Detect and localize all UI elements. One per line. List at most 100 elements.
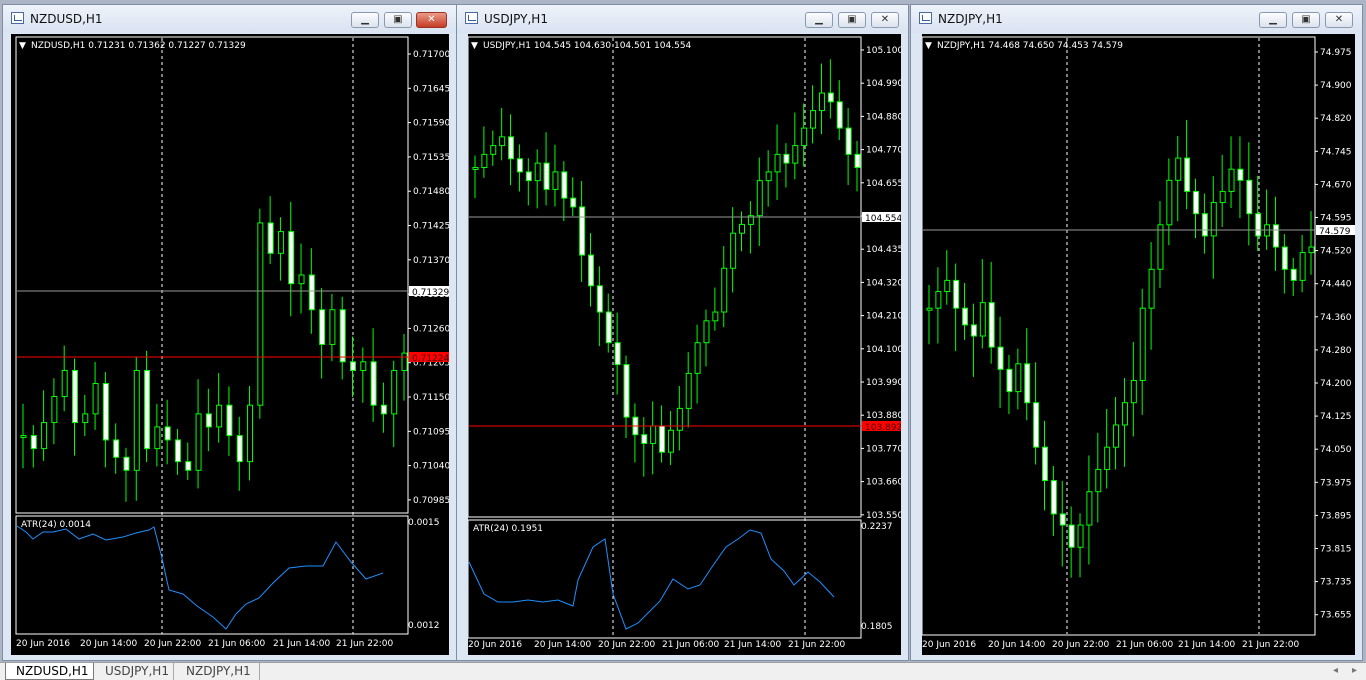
candle-body <box>30 435 37 450</box>
price-label: 0.71700 <box>413 50 449 60</box>
candle-body <box>472 167 479 170</box>
chart-collapse-icon[interactable]: ▼ <box>925 41 932 51</box>
price-label: 104.880 <box>866 112 901 122</box>
time-label: 21 Jun 06:00 <box>1116 640 1173 650</box>
candle-body <box>1033 402 1040 448</box>
price-label: 74.900 <box>1320 81 1352 91</box>
time-label: 20 Jun 14:00 <box>988 640 1045 650</box>
chart-window-usdjpy[interactable]: USDJPY,H1 ▁ ▣ ✕ ▼ USDJPY,H1 104.545 104.… <box>456 4 909 661</box>
tab-nzdjpy[interactable]: NZDJPY,H1 <box>176 663 260 680</box>
scroll-left-icon[interactable]: ◂ <box>1333 665 1338 676</box>
candle-body <box>774 153 781 173</box>
chart-collapse-icon[interactable]: ▼ <box>19 41 26 51</box>
candle-body <box>102 383 109 441</box>
price-label: 0.71260 <box>413 324 449 334</box>
tab-nzdusd[interactable]: NZDUSD,H1 <box>5 663 94 680</box>
candle-body <box>1166 179 1173 226</box>
close-button[interactable]: ✕ <box>416 12 447 28</box>
indicator-bottom-value: 0.1805 <box>861 622 893 632</box>
window-title: NZDUSD,H1 <box>30 12 103 26</box>
window-titlebar[interactable]: USDJPY,H1 ▁ ▣ ✕ <box>457 5 908 33</box>
symbol-info: NZDUSD,H1 0.71231 0.71362 0.71227 0.7132… <box>31 41 246 51</box>
maximize-button[interactable]: ▣ <box>838 12 866 28</box>
candle-body <box>41 422 48 450</box>
candle-body <box>659 425 666 453</box>
time-label: 21 Jun 22:00 <box>336 639 393 649</box>
close-button[interactable]: ✕ <box>871 12 899 28</box>
close-button[interactable]: ✕ <box>1325 12 1353 28</box>
candle-body <box>561 171 568 199</box>
candle-body <box>970 324 977 337</box>
candle-body <box>694 342 701 374</box>
candle-body <box>962 307 969 326</box>
time-label: 21 Jun 06:00 <box>662 640 719 650</box>
current-price-value: 74.579 <box>1319 227 1351 237</box>
price-label: 73.655 <box>1320 611 1352 621</box>
time-label: 21 Jun 14:00 <box>273 639 330 649</box>
chart-area[interactable]: ▼ NZDJPY,H1 74.468 74.650 74.453 74.579 … <box>921 34 1356 655</box>
minimize-button[interactable]: ▁ <box>351 12 379 28</box>
candle-body <box>1272 224 1279 248</box>
indicator-label: ATR(24) 0.0014 <box>21 520 91 530</box>
price-label: 0.71645 <box>413 84 449 94</box>
candle-body <box>944 279 951 293</box>
price-label: 0.71370 <box>413 256 449 266</box>
window-titlebar[interactable]: NZDJPY,H1 ▁ ▣ ✕ <box>911 5 1362 33</box>
candle-body <box>650 425 657 444</box>
tab-usdjpy[interactable]: USDJPY,H1 <box>95 663 174 680</box>
candle-body <box>756 180 763 217</box>
candle-body <box>1121 402 1128 426</box>
price-label: 73.815 <box>1320 545 1352 555</box>
time-label: 20 Jun 2016 <box>922 640 976 650</box>
candle-body <box>82 413 89 424</box>
price-label: 104.435 <box>866 245 901 255</box>
time-label: 21 Jun 14:00 <box>724 640 781 650</box>
minimize-button[interactable]: ▁ <box>805 12 833 28</box>
chart-area[interactable]: ▼ USDJPY,H1 104.545 104.630 104.501 104.… <box>467 34 903 655</box>
candle-body <box>257 222 264 406</box>
maximize-button[interactable]: ▣ <box>1292 12 1320 28</box>
price-label: 73.895 <box>1320 511 1352 521</box>
price-label: 103.880 <box>866 411 901 421</box>
candle-body <box>499 136 506 147</box>
candle-body <box>298 274 305 285</box>
price-label: 74.820 <box>1320 114 1352 124</box>
time-label: 20 Jun 2016 <box>468 640 522 650</box>
candle-body <box>267 222 274 254</box>
chart-window-nzdjpy[interactable]: NZDJPY,H1 ▁ ▣ ✕ ▼ NZDJPY,H1 74.468 74.65… <box>910 4 1363 661</box>
price-label: 104.655 <box>866 179 901 189</box>
minimize-button[interactable]: ▁ <box>1259 12 1287 28</box>
candle-body <box>1255 213 1262 237</box>
candle-body <box>490 145 497 155</box>
candle-body <box>247 404 254 463</box>
window-titlebar[interactable]: NZDUSD,H1 ▁ ▣ ✕ <box>3 5 456 33</box>
candle-body <box>1228 168 1235 192</box>
chart-area[interactable]: ▼ NZDUSD,H1 0.71231 0.71362 0.71227 0.71… <box>11 34 450 655</box>
price-label: 103.770 <box>866 444 901 454</box>
time-label: 20 Jun 14:00 <box>534 640 591 650</box>
price-label: 74.745 <box>1320 147 1352 157</box>
candle-body <box>92 383 99 415</box>
maximize-button[interactable]: ▣ <box>384 12 412 28</box>
chart-collapse-icon[interactable]: ▼ <box>471 41 478 51</box>
symbol-info: USDJPY,H1 104.545 104.630 104.501 104.55… <box>483 41 692 51</box>
chart-window-nzdusd[interactable]: NZDUSD,H1 ▁ ▣ ✕ ▼ NZDUSD,H1 0.71231 0.71… <box>2 4 457 661</box>
candle-body <box>818 92 825 112</box>
candle-body <box>508 136 515 160</box>
candle-body <box>1068 524 1075 548</box>
price-chart[interactable]: ▼ NZDJPY,H1 74.468 74.650 74.453 74.579 … <box>921 34 1356 655</box>
candle-body <box>543 162 550 190</box>
price-chart[interactable]: ▼ USDJPY,H1 104.545 104.630 104.501 104.… <box>467 34 903 655</box>
atr-line <box>468 529 835 630</box>
price-chart[interactable]: ▼ NZDUSD,H1 0.71231 0.71362 0.71227 0.71… <box>11 34 450 655</box>
scroll-right-icon[interactable]: ▸ <box>1352 665 1357 676</box>
candle-body <box>801 127 808 147</box>
price-label: 73.975 <box>1320 478 1352 488</box>
candle-body <box>216 404 223 428</box>
candle-body <box>1290 268 1297 281</box>
candle-body <box>1059 513 1066 526</box>
indicator-top-value: 0.0015 <box>408 518 440 528</box>
chart-tab-bar: NZDUSD,H1 USDJPY,H1 NZDJPY,H1 ◂ ▸ <box>0 662 1366 680</box>
candle-body <box>953 279 960 309</box>
time-label: 21 Jun 14:00 <box>1178 640 1235 650</box>
